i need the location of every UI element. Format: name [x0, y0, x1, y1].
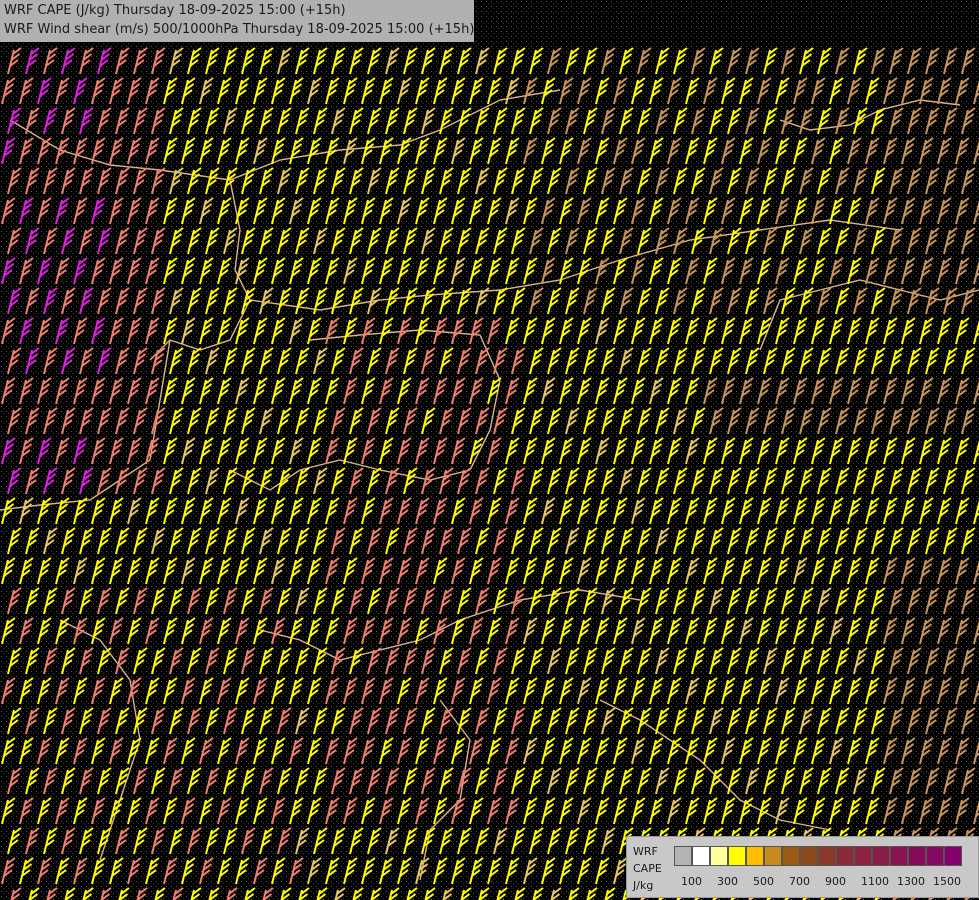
- legend-swatch: [782, 846, 800, 866]
- cape-legend: WRF CAPE J/kg 100 300 500 700 900 1100 1300 150…: [626, 836, 979, 898]
- legend-model-label: WRF: [633, 845, 658, 858]
- legend-swatch: [800, 846, 818, 866]
- legend-swatch: [926, 846, 944, 866]
- legend-swatch: [692, 846, 710, 866]
- legend-tick-label: 900: [825, 875, 846, 888]
- legend-field-label: CAPE: [633, 862, 662, 875]
- legend-swatch: [944, 846, 962, 866]
- wind-shear-title: WRF Wind shear (m/s) 500/1000hPa Thursda…: [4, 22, 475, 37]
- legend-swatch: [818, 846, 836, 866]
- legend-tick-label: 500: [753, 875, 774, 888]
- map-background: [0, 0, 979, 900]
- legend-tick-label: 100: [681, 875, 702, 888]
- legend-swatch: [854, 846, 872, 866]
- legend-swatch: [908, 846, 926, 866]
- legend-swatch: [674, 846, 692, 866]
- cape-title: WRF CAPE (J/kg) Thursday 18-09-2025 15:0…: [4, 3, 346, 18]
- legend-swatch: [728, 846, 746, 866]
- legend-tick-label: 700: [789, 875, 810, 888]
- legend-tick-label: 300: [717, 875, 738, 888]
- legend-tick-label: 1500: [933, 875, 961, 888]
- legend-swatch: [872, 846, 890, 866]
- weather-map: [0, 0, 979, 900]
- legend-swatch: [746, 846, 764, 866]
- legend-unit-label: J/kg: [633, 879, 654, 892]
- legend-swatch: [710, 846, 728, 866]
- legend-swatch: [890, 846, 908, 866]
- legend-tick-label: 1100: [861, 875, 889, 888]
- legend-tick-label: 1300: [897, 875, 925, 888]
- legend-swatch: [764, 846, 782, 866]
- legend-swatch: [836, 846, 854, 866]
- title-box: WRF CAPE (J/kg) Thursday 18-09-2025 15:0…: [0, 0, 474, 42]
